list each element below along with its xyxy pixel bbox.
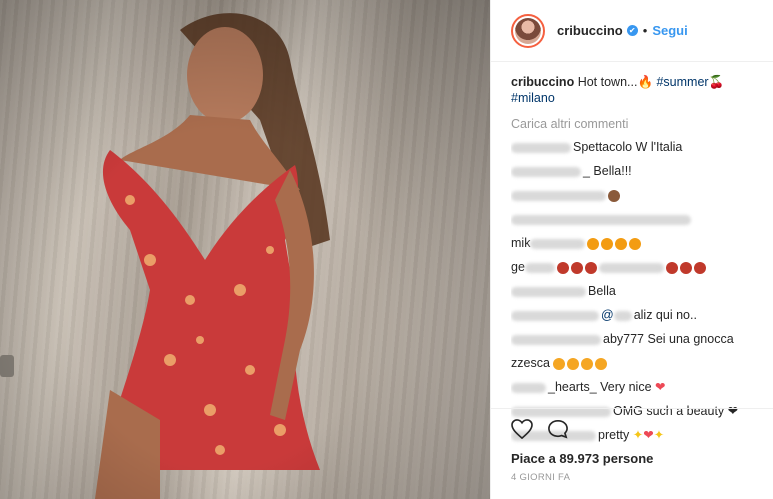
heart-icon[interactable]: [511, 419, 533, 439]
post-sidebar: cribuccino ✔ • Segui cribuccino Hot town…: [490, 0, 773, 499]
comment-text: zzesca: [511, 356, 550, 370]
blurred-text: [598, 262, 664, 273]
comment-row: Spettacolo W l'Italia: [511, 138, 763, 157]
comment-text: Spettacolo W l'Italia: [573, 140, 683, 154]
emoji-icon: [601, 237, 614, 250]
comment-row: Bella: [511, 282, 763, 301]
emoji-icon: [584, 261, 597, 274]
post-actions: Piace a 89.973 persone 4 GIORNI FA: [491, 408, 773, 483]
likes-count[interactable]: Piace a 89.973 persone: [511, 451, 753, 466]
comment-row: @ aliz qui no..: [511, 306, 763, 325]
blurred-username: [524, 262, 555, 273]
emoji-icon: [587, 237, 600, 250]
load-more-comments[interactable]: Carica altri commenti: [511, 116, 763, 132]
emoji-icon: [608, 189, 620, 202]
post-photo[interactable]: [0, 0, 490, 499]
comment-text: aby777 Sei una gnocca: [603, 332, 734, 346]
separator-dot: •: [642, 23, 648, 38]
emoji-icon: [595, 357, 608, 370]
follow-button[interactable]: Segui: [652, 23, 687, 38]
blurred-username: [530, 238, 586, 249]
emoji-icon: [567, 357, 580, 370]
action-icons: [511, 419, 753, 439]
blurred-username: [511, 142, 571, 153]
mention[interactable]: @: [601, 308, 614, 322]
emoji-icon: [615, 237, 628, 250]
blurred-mention: [613, 310, 632, 321]
comment-row: mik: [511, 234, 763, 253]
comment-icon[interactable]: [547, 419, 569, 439]
caption: cribuccino Hot town...🔥 #summer🍒 #milano: [511, 74, 763, 106]
comment-row: _ Bella!!!: [511, 162, 763, 181]
caption-text: Hot town...🔥: [574, 75, 657, 89]
comment-row: aby777 Sei una gnocca: [511, 330, 763, 349]
comment-text: mik: [511, 236, 531, 250]
hashtag-milano[interactable]: #milano: [511, 91, 555, 105]
blurred-username: [511, 190, 606, 201]
emoji-icon: [570, 261, 583, 274]
comment-row: _hearts_ Very nice ❤: [511, 378, 763, 397]
avatar[interactable]: [511, 13, 545, 48]
blurred-comment: [511, 214, 691, 225]
comment-row: ge: [511, 258, 763, 277]
comment-text: _hearts_ Very nice: [548, 380, 652, 394]
blurred-username: [511, 166, 581, 177]
avatar-image: [515, 17, 541, 44]
emoji-icon: [556, 261, 569, 274]
blurred-username: [511, 334, 601, 345]
comment-row: [511, 210, 763, 229]
emoji-icon: [679, 261, 692, 274]
username[interactable]: cribuccino: [557, 23, 623, 38]
caption-emoji: 🍒: [708, 75, 725, 89]
emoji-icon: [665, 261, 678, 274]
blurred-username: [511, 286, 586, 297]
comments-list: cribuccino Hot town...🔥 #summer🍒 #milano…: [511, 74, 763, 450]
emoji-icon: [581, 357, 594, 370]
blurred-username: [511, 310, 599, 321]
emoji-icon: [553, 357, 566, 370]
caption-username[interactable]: cribuccino: [511, 75, 574, 89]
comment-text: aliz qui no..: [633, 308, 697, 322]
blurred-username: [511, 382, 546, 393]
verified-icon: ✔: [626, 25, 638, 36]
heart-emoji: ❤: [655, 380, 666, 394]
comment-text: Bella: [588, 284, 616, 298]
post-timestamp: 4 GIORNI FA: [511, 472, 571, 483]
photo-vignette: [0, 0, 490, 499]
comment-row: zzesca: [511, 354, 763, 373]
hashtag-summer[interactable]: #summer: [656, 75, 708, 89]
comment-text: ge: [511, 260, 525, 274]
emoji-icon: [693, 261, 706, 274]
emoji-icon: [629, 237, 642, 250]
post-header: cribuccino ✔ • Segui: [491, 0, 773, 62]
comment-row: [511, 186, 763, 205]
comment-text: _ Bella!!!: [583, 164, 632, 178]
